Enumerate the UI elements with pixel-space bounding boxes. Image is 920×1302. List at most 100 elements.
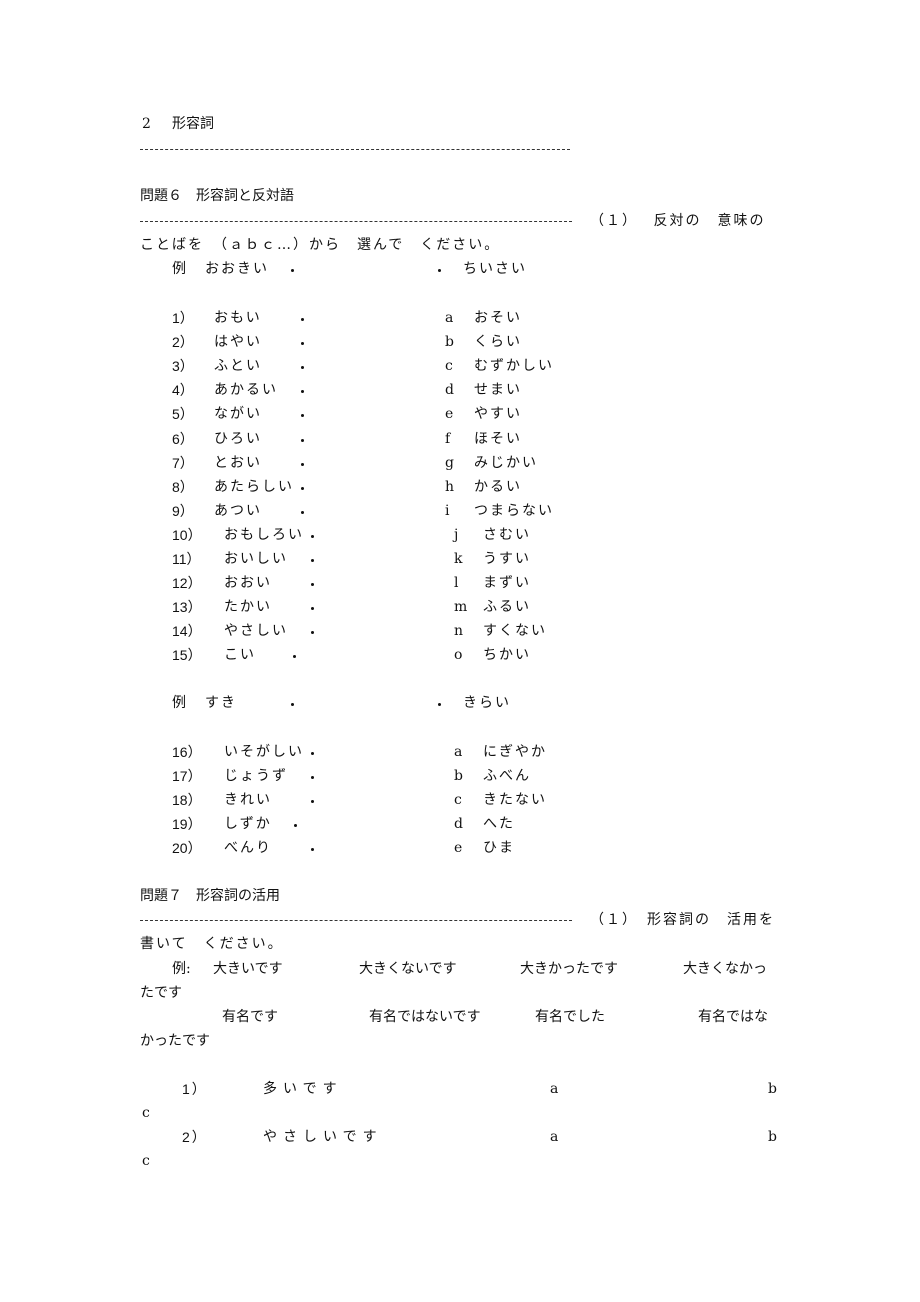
match-dot-left[interactable] (294, 824, 297, 828)
item-number: 15） (172, 647, 202, 664)
item-number: 9） (172, 502, 194, 519)
item-word: やさしい (224, 623, 288, 640)
choice-letter: a (454, 744, 463, 760)
item-number: 19） (172, 816, 202, 833)
match-dot-left[interactable] (301, 414, 304, 418)
conjugation-cell: 大きくないです (359, 961, 457, 977)
choice-word: むずかしい (474, 358, 554, 375)
q7-instruction-line1: （１） 形容詞の 活用を (590, 912, 775, 928)
choice-word: にぎやか (483, 744, 547, 760)
item-word: ふとい (214, 358, 262, 375)
match-dot-left[interactable] (301, 486, 304, 490)
match-dot-left[interactable] (311, 631, 314, 635)
match-dot-left[interactable] (311, 559, 314, 562)
choice-letter: o (454, 647, 463, 664)
choice-word: きたない (483, 792, 547, 809)
item-word: あつい (214, 502, 262, 519)
item-word: きれい (224, 792, 272, 809)
item-number: 10） (172, 526, 202, 543)
item-number: 6） (172, 430, 194, 447)
item-word: あたらしい (214, 478, 294, 495)
choice-letter: c (445, 358, 453, 375)
match-dot-right[interactable] (438, 269, 441, 272)
conjugation-cell: 有名ではないです (369, 1009, 481, 1025)
answer-slot-c[interactable]: c (142, 1152, 150, 1170)
match-dot-left[interactable] (311, 607, 314, 611)
q6-divider (140, 221, 572, 222)
item-number: 18） (172, 792, 202, 809)
choice-letter: f (445, 430, 451, 447)
item-word: おもしろい (224, 526, 304, 543)
match-dot-left[interactable] (291, 703, 294, 706)
match-dot-left[interactable] (291, 269, 294, 272)
conjugation-cell: 大きかったです (520, 961, 618, 977)
match-dot-left[interactable] (311, 583, 314, 587)
item-word: はやい (214, 334, 262, 351)
example-left-word: すき (205, 695, 237, 711)
choice-letter: b (454, 768, 463, 785)
choice-word: ほそい (474, 430, 522, 447)
example-right-word: ちいさい (463, 261, 527, 277)
item-number: 1） (172, 310, 194, 326)
item-word: べんり (224, 840, 272, 857)
section-title: 形容詞 (172, 116, 214, 132)
item-number: 17） (172, 768, 202, 785)
choice-word: やすい (474, 406, 522, 423)
choice-word: くらい (474, 334, 522, 351)
match-dot-left[interactable] (311, 800, 314, 804)
choice-letter: e (454, 840, 463, 857)
q7-instruction-line2: 書いて ください。 (140, 936, 284, 952)
choice-word: うすい (483, 551, 531, 567)
choice-word: へた (483, 816, 515, 833)
choice-letter: l (454, 575, 459, 592)
item-word: しずか (224, 816, 272, 833)
choice-word: すくない (483, 623, 547, 640)
match-dot-right[interactable] (438, 703, 441, 706)
item-number: 3） (172, 358, 194, 375)
section-number: 2 (142, 116, 151, 132)
answer-slot-a[interactable]: a (550, 1128, 558, 1146)
match-dot-left[interactable] (301, 510, 304, 514)
match-dot-left[interactable] (301, 342, 304, 346)
choice-letter: d (454, 816, 463, 833)
conjugation-cell: 大きくなかっ (683, 961, 767, 977)
match-dot-left[interactable] (301, 318, 304, 321)
match-dot-left[interactable] (301, 438, 304, 442)
choice-word: ふるい (483, 599, 531, 616)
choice-word: ひま (483, 840, 515, 857)
answer-slot-a[interactable]: a (550, 1080, 558, 1098)
item-number: 7） (172, 454, 194, 471)
conjugation-cell: 大きいです (213, 961, 283, 977)
answer-slot-b[interactable]: b (768, 1080, 777, 1098)
choice-word: みじかい (474, 454, 538, 471)
match-dot-left[interactable] (301, 366, 304, 370)
choice-word: おそい (474, 310, 522, 326)
match-dot-left[interactable] (301, 462, 304, 466)
choice-word: ふべん (483, 768, 531, 785)
q7-title: 問題７ 形容詞の活用 (140, 888, 280, 904)
choice-letter: k (454, 551, 463, 567)
conjugation-cell: 有名です (222, 1009, 278, 1025)
choice-word: かるい (474, 478, 522, 495)
choice-word: ちかい (483, 647, 531, 664)
q6-instruction-line2: ことばを （ａｂｃ…）から 選んで ください。 (140, 237, 501, 253)
item-word: とおい (214, 454, 262, 471)
example-label: 例 (172, 261, 186, 277)
item-word: 多いです (263, 1081, 343, 1097)
item-number: 20） (172, 840, 202, 857)
answer-slot-b[interactable]: b (768, 1128, 777, 1146)
item-word: おおい (224, 575, 272, 592)
item-number: 16） (172, 744, 202, 760)
match-dot-left[interactable] (311, 752, 314, 755)
match-dot-left[interactable] (301, 390, 304, 394)
match-dot-left[interactable] (311, 848, 314, 852)
answer-slot-c[interactable]: c (142, 1104, 150, 1122)
item-word: ひろい (214, 430, 262, 447)
match-dot-left[interactable] (293, 655, 296, 659)
match-dot-left[interactable] (311, 534, 314, 538)
divider-line (140, 149, 570, 150)
example-label: 例 (172, 695, 186, 711)
item-number: 1） (182, 1081, 208, 1097)
choice-word: さむい (483, 526, 531, 543)
match-dot-left[interactable] (311, 776, 314, 780)
